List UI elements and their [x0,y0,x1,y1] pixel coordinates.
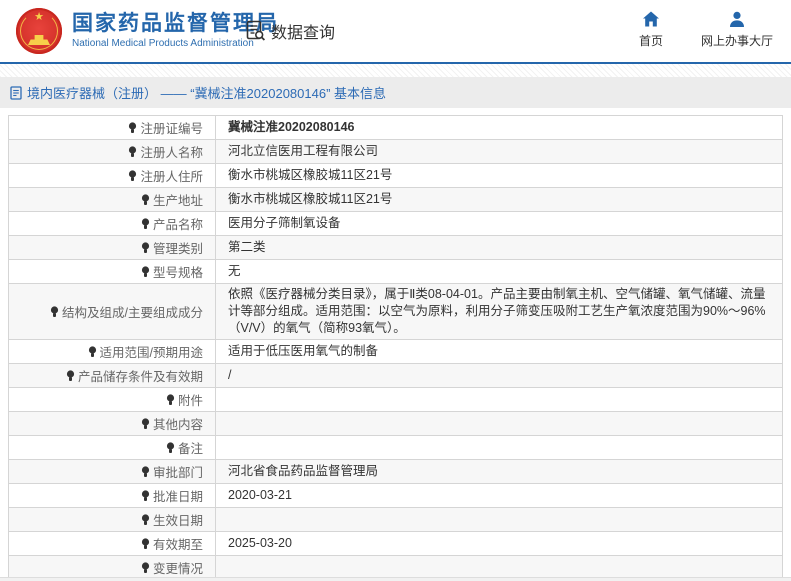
row-label: 审批部门 [152,466,203,480]
row-label: 生效日期 [152,514,203,528]
table-row: 结构及组成/主要组成成分 依照《医疗器械分类目录》，属于Ⅱ类08-04-01。产… [8,283,783,340]
bulb-icon [88,346,97,358]
row-value [215,435,783,460]
bulb-icon [128,170,137,182]
table-row: 批准日期 2020-03-21 [8,483,783,508]
row-value: 2025-03-20 [215,531,783,556]
table-row: 生产地址 衡水市桃城区橡胶城11区21号 [8,187,783,212]
row-label: 附件 [177,394,203,408]
user-icon [728,10,746,28]
info-table: 注册证编号 冀械注准20202080146 注册人名称 河北立信医用工程有限公司… [8,115,783,581]
bulb-icon [141,242,150,254]
bulb-icon [141,266,150,278]
info-table-body: 注册证编号 冀械注准20202080146 注册人名称 河北立信医用工程有限公司… [8,115,783,581]
table-row: 注册证编号 冀械注准20202080146 [8,115,783,140]
row-value: 无 [215,259,783,284]
table-row: 适用范围/预期用途 适用于低压医用氧气的制备 [8,339,783,364]
nav-online-hall-label: 网上办事大厅 [700,34,773,48]
home-icon [642,10,660,28]
data-query-tab[interactable]: 数据查询 [246,19,335,43]
table-row: 生效日期 [8,507,783,532]
table-row: 变更情况 [8,555,783,580]
bulb-icon [141,562,150,574]
bulb-icon [141,194,150,206]
row-label: 产品名称 [152,218,203,232]
table-row: 审批部门 河北省食品药品监督管理局 [8,459,783,484]
row-value: / [215,363,783,388]
row-value [215,411,783,436]
row-label: 批准日期 [152,490,203,504]
data-query-label: 数据查询 [271,25,336,42]
table-row: 型号规格 无 [8,259,783,284]
table-row: 注册人名称 河北立信医用工程有限公司 [8,139,783,164]
bulb-icon [141,418,150,430]
bulb-icon [141,218,150,230]
row-label: 适用范围/预期用途 [99,346,203,360]
national-emblem-logo: ★ [16,8,62,54]
nav-home-label: 首页 [638,34,663,48]
document-search-icon [246,20,266,42]
row-value: 河北省食品药品监督管理局 [215,459,783,484]
bulb-icon [141,538,150,550]
header-nav: 首页 网上办事大厅 [639,10,773,49]
row-label: 注册人名称 [140,146,203,160]
nav-home[interactable]: 首页 [639,10,663,49]
bulb-icon [166,394,175,406]
row-value: 第二类 [215,235,783,260]
bulb-icon [141,490,150,502]
row-label: 管理类别 [152,242,203,256]
row-label: 注册证编号 [140,122,203,136]
table-row: 附件 [8,387,783,412]
row-label: 备注 [177,442,203,456]
table-row: 注册人住所 衡水市桃城区橡胶城11区21号 [8,163,783,188]
logo-area: ★ 国家药品监督管理局 National Medical Products Ad… [16,8,279,54]
table-row: 产品名称 医用分子筛制氧设备 [8,211,783,236]
bulb-icon [141,514,150,526]
row-label: 型号规格 [152,266,203,280]
hatch-texture [0,64,791,77]
row-value [215,507,783,532]
table-row: 有效期至 2025-03-20 [8,531,783,556]
bulb-icon [128,122,137,134]
row-label: 结构及组成/主要组成成分 [62,306,203,320]
row-value: 冀械注准20202080146 [215,115,783,140]
bulb-icon [66,370,75,382]
row-label: 产品储存条件及有效期 [77,370,203,384]
footer-strip [0,577,791,581]
row-value: 河北立信医用工程有限公司 [215,139,783,164]
row-value: 依照《医疗器械分类目录》，属于Ⅱ类08-04-01。产品主要由制氧主机、空气储罐… [215,283,783,340]
breadcrumb: 境内医疗器械（注册） —— “冀械注准20202080146” 基本信息 [0,77,791,108]
table-row: 其他内容 [8,411,783,436]
row-value: 衡水市桃城区橡胶城11区21号 [215,163,783,188]
row-label: 注册人住所 [140,170,203,184]
breadcrumb-text: 境内医疗器械（注册） —— “冀械注准20202080146” 基本信息 [27,86,387,101]
nav-online-hall[interactable]: 网上办事大厅 [701,10,773,49]
row-value [215,387,783,412]
row-label: 其他内容 [152,418,203,432]
document-icon [10,85,22,100]
table-row: 产品储存条件及有效期 / [8,363,783,388]
bulb-icon [50,306,59,318]
site-header: ★ 国家药品监督管理局 National Medical Products Ad… [0,0,791,62]
row-label: 有效期至 [152,538,203,552]
bulb-icon [141,466,150,478]
bulb-icon [166,442,175,454]
row-value: 2020-03-21 [215,483,783,508]
row-value: 衡水市桃城区橡胶城11区21号 [215,187,783,212]
row-label: 变更情况 [152,562,203,576]
table-row: 管理类别 第二类 [8,235,783,260]
bulb-icon [128,146,137,158]
row-label: 生产地址 [152,194,203,208]
row-value: 适用于低压医用氧气的制备 [215,339,783,364]
row-value: 医用分子筛制氧设备 [215,211,783,236]
table-row: 备注 [8,435,783,460]
row-value [215,555,783,580]
